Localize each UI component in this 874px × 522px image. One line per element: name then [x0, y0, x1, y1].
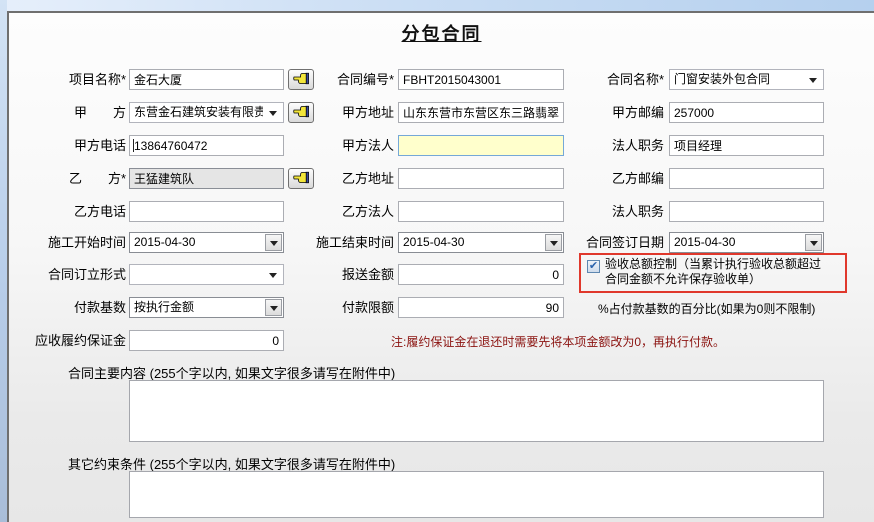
chevron-down-icon	[270, 306, 278, 311]
sign-date-value: 2015-04-30	[674, 233, 803, 252]
party-b-phone-label: 乙方电话	[26, 201, 126, 222]
party-b-legal-input[interactable]	[398, 201, 564, 222]
text-cursor	[133, 139, 134, 152]
dropdown-button[interactable]	[805, 234, 822, 251]
legal-title-a-label: 法人职务	[564, 135, 664, 156]
party-b-zip-label: 乙方邮编	[564, 168, 664, 189]
payment-base-combobox[interactable]: 按执行金额	[129, 297, 284, 318]
party-a-legal-label: 甲方法人	[294, 135, 394, 156]
legal-title-b-label: 法人职务	[564, 201, 664, 222]
deposit-input[interactable]	[129, 330, 284, 351]
legal-title-b-input[interactable]	[669, 201, 824, 222]
acceptance-control-label[interactable]: 验收总额控制（当累计执行验收总额超过 合同金额不允许保存验收单）	[605, 257, 843, 287]
party-a-zip-label: 甲方邮编	[564, 102, 664, 123]
end-date-value: 2015-04-30	[403, 233, 543, 252]
party-a-address-label: 甲方地址	[294, 102, 394, 123]
acceptance-control-checkbox[interactable]: ✔	[587, 260, 600, 273]
deposit-warning-note: 注:履约保证金在退还时需要先将本项金额改为0，再执行付款。	[391, 333, 725, 350]
sign-date-label: 合同签订日期	[564, 232, 664, 253]
legal-title-a-input[interactable]	[669, 135, 824, 156]
report-amount-label: 报送金额	[294, 264, 394, 285]
payment-limit-label: 付款限额	[294, 297, 394, 318]
contract-form-value	[134, 265, 263, 284]
subcontract-form-panel: 分包合同 项目名称* 合同编号* 合同名称* 门窗安装外包合同 甲 方 东营金石…	[7, 11, 874, 522]
chevron-down-icon	[270, 241, 278, 246]
chevron-down-icon	[550, 241, 558, 246]
deposit-label: 应收履约保证金	[26, 330, 126, 351]
start-date-label: 施工开始时间	[26, 232, 126, 253]
party-b-label: 乙 方*	[26, 168, 126, 189]
contract-name-combobox[interactable]: 门窗安装外包合同	[669, 69, 824, 90]
chevron-down-icon	[269, 273, 277, 278]
contract-form-combobox[interactable]	[129, 264, 284, 285]
end-date-label: 施工结束时间	[294, 232, 394, 253]
party-b-address-label: 乙方地址	[294, 168, 394, 189]
chevron-down-icon	[809, 78, 817, 83]
report-amount-input[interactable]	[398, 264, 564, 285]
payment-limit-input[interactable]	[398, 297, 564, 318]
project-name-input[interactable]	[129, 69, 284, 90]
percent-note: %占付款基数的百分比(如果为0则不限制)	[598, 300, 815, 317]
contract-name-value: 门窗安装外包合同	[674, 70, 803, 89]
dropdown-button[interactable]	[265, 299, 282, 316]
contract-no-label: 合同编号*	[294, 69, 394, 90]
party-a-zip-input[interactable]	[669, 102, 824, 123]
party-a-label: 甲 方	[26, 102, 126, 123]
start-date-picker[interactable]: 2015-04-30	[129, 232, 284, 253]
sign-date-picker[interactable]: 2015-04-30	[669, 232, 824, 253]
party-b-phone-input[interactable]	[129, 201, 284, 222]
party-b-legal-label: 乙方法人	[294, 201, 394, 222]
contract-name-label: 合同名称*	[564, 69, 664, 90]
party-a-combobox[interactable]: 东营金石建筑安装有限责任	[129, 102, 284, 123]
payment-base-value: 按执行金额	[134, 298, 263, 317]
party-a-phone-input[interactable]	[129, 135, 284, 156]
chevron-down-icon	[269, 111, 277, 116]
checkmark-icon: ✔	[589, 260, 598, 272]
dropdown-button[interactable]	[545, 234, 562, 251]
party-a-address-input[interactable]	[398, 102, 564, 123]
party-a-phone-label: 甲方电话	[26, 135, 126, 156]
payment-base-label: 付款基数	[26, 297, 126, 318]
dropdown-button[interactable]	[265, 234, 282, 251]
other-terms-textarea[interactable]	[129, 471, 824, 518]
party-b-input[interactable]	[129, 168, 284, 189]
party-b-address-input[interactable]	[398, 168, 564, 189]
chevron-down-icon	[810, 241, 818, 246]
party-a-value: 东营金石建筑安装有限责任	[134, 103, 263, 122]
page-title: 分包合同	[9, 20, 874, 46]
main-content-textarea[interactable]	[129, 380, 824, 442]
contract-form-label: 合同订立形式	[26, 264, 126, 285]
party-a-legal-input[interactable]	[398, 135, 564, 156]
party-b-zip-input[interactable]	[669, 168, 824, 189]
contract-no-input[interactable]	[398, 69, 564, 90]
end-date-picker[interactable]: 2015-04-30	[398, 232, 564, 253]
project-name-label: 项目名称*	[26, 69, 126, 90]
window-chrome-left	[0, 0, 7, 522]
start-date-value: 2015-04-30	[134, 233, 263, 252]
